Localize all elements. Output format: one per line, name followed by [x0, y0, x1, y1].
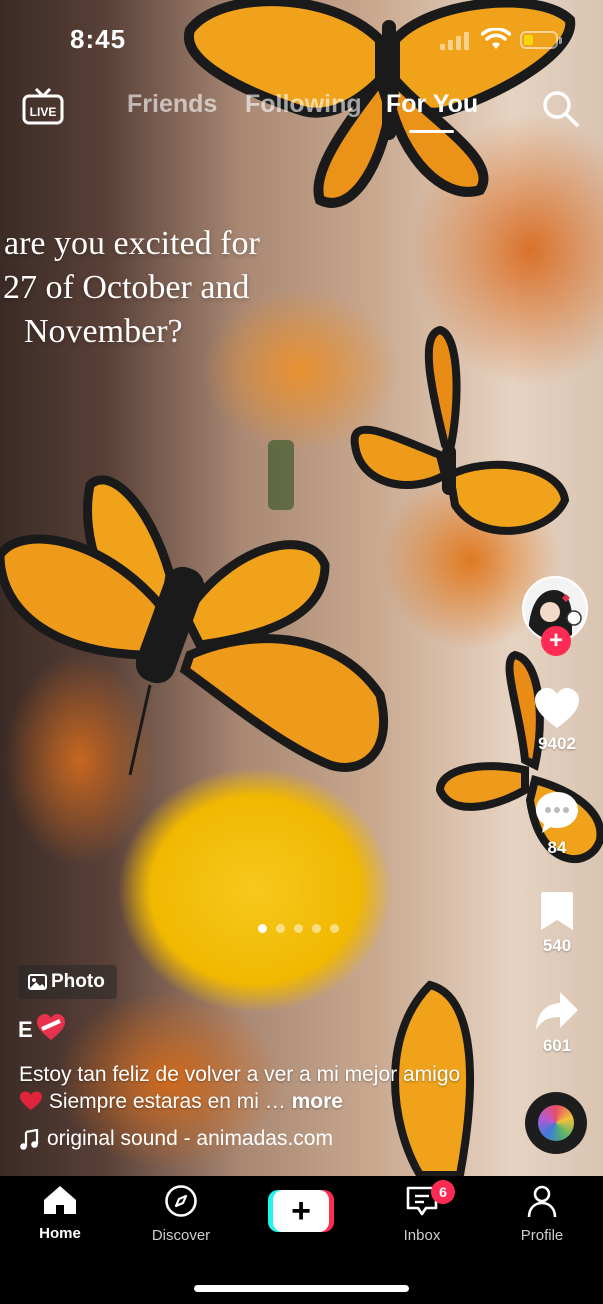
post-photo[interactable] [0, 0, 603, 1176]
nav-inbox[interactable]: Inbox [367, 1184, 477, 1244]
carousel-indicator [258, 924, 358, 936]
comment-count: 84 [547, 838, 567, 857]
comment-icon [536, 792, 578, 833]
search-icon[interactable] [540, 88, 580, 128]
tab-following[interactable]: Following [245, 90, 362, 119]
save-button[interactable]: 540 [518, 890, 596, 956]
nav-profile-label: Profile [520, 1227, 564, 1244]
mending-heart-emoji-icon [37, 1014, 65, 1040]
wifi-icon [481, 28, 511, 49]
tab-for-you[interactable]: For You [386, 90, 478, 119]
carousel-dot [258, 924, 267, 933]
profile-person-icon [527, 1185, 557, 1218]
status-bar: 8:45 [0, 0, 603, 80]
status-time: 8:45 [70, 24, 127, 54]
sound-disc[interactable] [525, 1092, 587, 1154]
caption-line-1: are you excited for [4, 225, 260, 262]
live-icon[interactable]: LIVE [22, 88, 64, 126]
nav-discover[interactable]: Discover [126, 1184, 236, 1244]
butterfly-center-image [0, 475, 389, 776]
photo-badge: Photo [18, 965, 117, 999]
music-note-icon [20, 1129, 39, 1150]
share-arrow-icon [536, 992, 578, 1030]
description-continued: Siempre estaras en mi … [43, 1090, 292, 1113]
follow-button[interactable]: + [541, 626, 571, 656]
create-button[interactable]: + [268, 1190, 334, 1232]
sound-cover-image [538, 1105, 574, 1141]
nav-profile[interactable]: Profile [487, 1184, 597, 1244]
live-label: LIVE [30, 105, 57, 119]
nav-home[interactable]: Home [5, 1184, 115, 1242]
bookmark-icon [541, 892, 573, 930]
top-nav: LIVE Friends Following For You [0, 84, 603, 134]
save-count: 540 [542, 936, 572, 955]
description-text: Estoy tan feliz de volver a ver a mi mej… [19, 1063, 461, 1086]
active-tab-indicator [409, 130, 454, 133]
nav-home-label: Home [39, 1225, 81, 1242]
carousel-dot [294, 924, 303, 933]
post-description[interactable]: Estoy tan feliz de volver a ver a mi mej… [19, 1061, 489, 1115]
compass-icon [165, 1185, 197, 1217]
battery-icon [520, 31, 562, 49]
like-button[interactable]: 9402 [518, 688, 596, 754]
nav-inbox-label: Inbox [403, 1227, 441, 1244]
share-button[interactable]: 601 [518, 990, 596, 1056]
creator-username[interactable]: E [18, 1017, 33, 1043]
like-count: 9402 [538, 734, 576, 753]
home-icon [44, 1186, 76, 1214]
tab-friends[interactable]: Friends [127, 90, 217, 119]
image-icon [28, 974, 47, 990]
red-heart-emoji-icon [20, 1091, 42, 1110]
more-link[interactable]: more [292, 1090, 343, 1113]
carousel-dot [276, 924, 285, 933]
tiktok-app: 8:45 LIVE Friends Following For You are … [0, 0, 603, 1304]
photo-badge-label: Photo [51, 971, 105, 992]
sound-name: original sound - animadas.com [47, 1127, 333, 1150]
carousel-dot [312, 924, 321, 933]
battery-level [524, 35, 533, 45]
nav-discover-label: Discover [151, 1227, 211, 1244]
home-indicator[interactable] [194, 1285, 409, 1292]
carousel-dot [330, 924, 339, 933]
caption-line-3: November? [24, 313, 183, 350]
caption-line-2: 27 of October and [3, 269, 250, 306]
heart-icon [535, 688, 579, 728]
create-plus-icon: + [273, 1190, 329, 1232]
inbox-badge: 6 [431, 1180, 455, 1204]
cellular-signal-icon [440, 32, 472, 50]
share-count: 601 [542, 1036, 572, 1055]
comment-button[interactable]: 84 [518, 790, 596, 858]
